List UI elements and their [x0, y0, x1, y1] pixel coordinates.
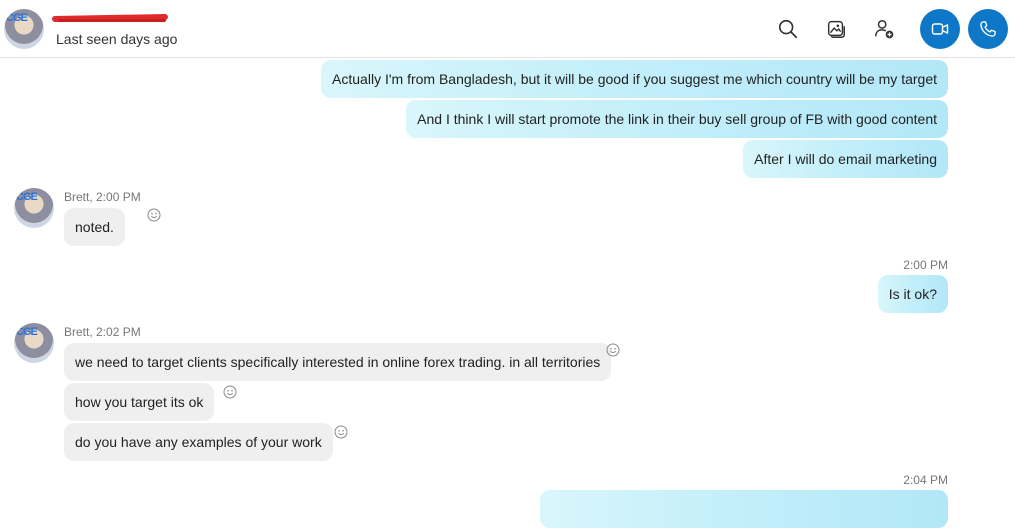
add-person-icon: [875, 20, 894, 39]
outgoing-message[interactable]: Is it ok?: [877, 275, 948, 313]
message-timestamp: 2:00 PM: [903, 258, 948, 272]
outgoing-message[interactable]: After I will do email marketing: [743, 140, 948, 178]
outgoing-message[interactable]: Actually I'm from Bangladesh, but it wil…: [321, 60, 948, 98]
react-smiley-icon[interactable]: [223, 385, 237, 399]
redaction-mark: [58, 19, 166, 22]
contact-status: Last seen days ago: [56, 31, 178, 47]
video-call-icon: [931, 23, 949, 35]
outgoing-message[interactable]: And I think I will start promote the lin…: [406, 100, 948, 138]
sender-avatar[interactable]: CGE: [14, 323, 54, 363]
search-button[interactable]: [770, 11, 806, 47]
sender-avatar[interactable]: CGE: [14, 188, 54, 228]
react-smiley-icon[interactable]: [334, 425, 348, 439]
phone-icon: [980, 21, 996, 37]
message-timestamp: 2:04 PM: [903, 473, 948, 487]
search-icon: [778, 19, 798, 39]
outgoing-message-partial[interactable]: [540, 490, 948, 528]
react-smiley-icon[interactable]: [606, 343, 620, 357]
sender-timestamp: Brett, 2:00 PM: [64, 190, 141, 204]
incoming-message[interactable]: do you have any examples of your work: [64, 423, 333, 461]
sender-timestamp: Brett, 2:02 PM: [64, 325, 141, 339]
audio-call-button[interactable]: [968, 9, 1008, 49]
incoming-message[interactable]: how you target its ok: [64, 383, 215, 421]
add-participant-button[interactable]: [866, 11, 902, 47]
incoming-message[interactable]: we need to target clients specifically i…: [64, 343, 612, 381]
contact-avatar[interactable]: CGE: [4, 9, 44, 49]
contact-name-redacted[interactable]: [51, 10, 170, 28]
incoming-message[interactable]: noted.: [64, 208, 125, 246]
video-call-button[interactable]: [920, 9, 960, 49]
gallery-button[interactable]: [818, 11, 854, 47]
chat-header: CGE Last seen days ago: [0, 0, 1015, 58]
react-smiley-icon[interactable]: [147, 208, 161, 222]
gallery-icon: [827, 20, 845, 38]
